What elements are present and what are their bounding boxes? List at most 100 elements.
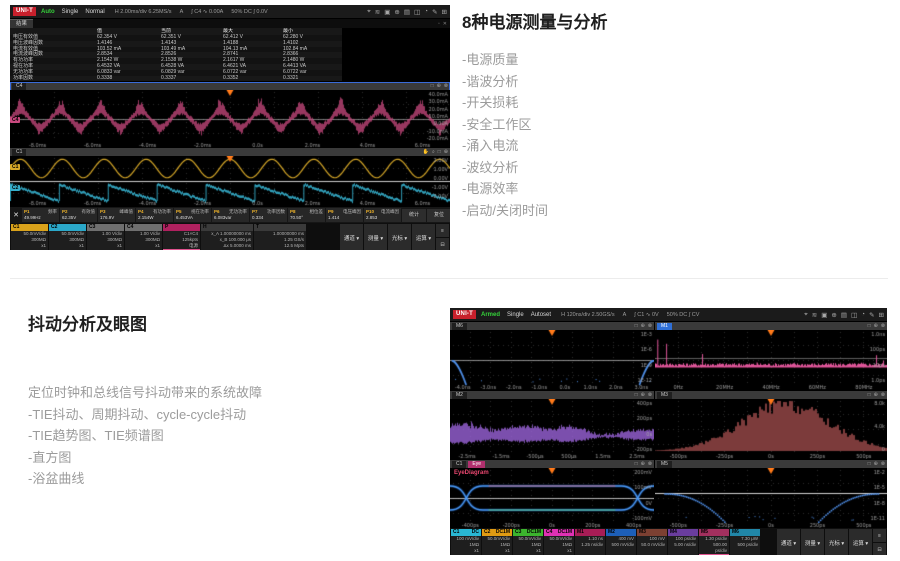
pane-tab-c1[interactable]: C1 [452, 461, 466, 468]
close-icon[interactable]: ⊗ [881, 461, 885, 467]
minimize-icon[interactable]: ▫ [438, 21, 440, 27]
measurement-cell-p1[interactable]: P1频率49.99Hz [22, 208, 59, 222]
waveform-area-volt-saw[interactable]: C1C2 [10, 156, 450, 206]
measurement-cell-p9[interactable]: P9电压峰因1.414 [326, 208, 363, 222]
channel-box-t[interactable]: T1.00000000 ms1.25 GS/s12.5 Mpts [254, 224, 306, 250]
channel-box-c2[interactable]: C2DC1M50.0mV/div1MΩx1 [482, 529, 512, 555]
close-icon[interactable]: ⊗ [648, 323, 652, 329]
measurement-chip-复位[interactable]: 复位 [427, 209, 450, 222]
pane-tab-m3[interactable]: M3 [657, 392, 672, 399]
pane-tab-c1[interactable]: C1 [12, 149, 26, 156]
channel-box-m6[interactable]: M67.30 μW500 ps/div [730, 529, 760, 555]
maximize-icon[interactable]: □ [868, 392, 871, 398]
close-icon[interactable]: ✕ [443, 21, 447, 27]
menu-icon[interactable]: ▤ [404, 8, 410, 16]
channel-box-c4[interactable]: C41.00 V/div300MΩx1 [125, 224, 162, 250]
maximize-icon[interactable]: □ [635, 323, 638, 329]
results-tab[interactable]: 结果 [10, 19, 33, 28]
bottom-button-通道[interactable]: 通道 ▾ [777, 529, 800, 555]
bottom-button-测量[interactable]: 测量 ▾ [801, 529, 824, 555]
bottom-button-光标[interactable]: 光标 ▾ [825, 529, 848, 555]
waveform-canvas-volt-saw[interactable] [10, 156, 450, 206]
display-icon[interactable]: ▣ [384, 8, 390, 16]
split-view-icon[interactable]: ◫ [414, 8, 420, 16]
display-icon[interactable]: ▣ [821, 311, 827, 319]
waveform-canvas-tie-spectrum[interactable] [655, 330, 887, 390]
close-icon[interactable]: ⊗ [648, 392, 652, 398]
maximize-icon[interactable]: □ [438, 149, 441, 155]
zoom-in-icon[interactable]: ⊕ [437, 83, 441, 89]
waveform-canvas-bathtub[interactable] [655, 468, 887, 528]
pane-tab-m1[interactable]: M1 [657, 323, 672, 330]
measurement-cell-p6[interactable]: P6无功功率6.083var [212, 208, 249, 222]
channel-box-c4[interactable]: C4DC1M50.0mV/div1MΩx1 [544, 529, 574, 555]
channel-box-m4[interactable]: M4100 ps/div5.00 ns/div [668, 529, 698, 555]
waveform-area-current[interactable]: C4 [10, 90, 450, 148]
maximize-icon[interactable]: □ [431, 83, 434, 89]
bottom-button-运算[interactable]: 运算 ▾ [849, 529, 872, 555]
cursor-icon[interactable]: ⌖ [804, 311, 808, 319]
maximize-icon[interactable]: □ [868, 323, 871, 329]
close-icon[interactable]: ⊗ [881, 392, 885, 398]
maximize-icon[interactable]: □ [635, 461, 638, 467]
bottom-button-光标[interactable]: 光标 ▾ [388, 224, 411, 250]
pan-icon[interactable]: ✋ [423, 149, 429, 155]
channel-box-c2[interactable]: C250.0mV/div300MΩx1 [49, 224, 86, 250]
side-button-1[interactable]: ⊟ [873, 543, 886, 555]
pane-tab-m2[interactable]: M2 [452, 392, 467, 399]
waveform-area-eye[interactable]: EyeDiagram [450, 468, 654, 528]
channel-box-m3[interactable]: M3100 mV50.0 mV/div [637, 529, 667, 555]
scope2-status-armed[interactable]: Armed [479, 312, 502, 318]
pane-tab-m6[interactable]: M6 [452, 323, 467, 330]
pane-tab-eye[interactable]: Eye [468, 461, 485, 468]
zoom-in-icon[interactable]: ⊕ [874, 392, 878, 398]
annotate-icon[interactable]: ✎ [869, 311, 874, 319]
scope2-status-single[interactable]: Single [505, 312, 526, 318]
annotate-icon[interactable]: ✎ [432, 8, 437, 16]
maximize-icon[interactable]: □ [868, 461, 871, 467]
side-button-0[interactable]: ≡ [436, 224, 449, 237]
measurement-cell-p8[interactable]: P8相位差70.50° [288, 208, 325, 222]
zoom-in-icon[interactable]: ⊕ [831, 311, 836, 319]
measurement-cell-p5[interactable]: P5视在功率6.453VA [174, 208, 211, 222]
scope1-info-2[interactable]: ∫ C4 ∿ 0.00A [191, 9, 223, 15]
waveform-area-tie-spectrum[interactable] [655, 330, 887, 390]
channel-box-p[interactable]: PC1×C4125kpts电源 [163, 224, 200, 250]
scope1-status-normal[interactable]: Normal [83, 9, 106, 15]
waveform-canvas-tie-trend[interactable] [450, 399, 654, 459]
bottom-button-测量[interactable]: 测量 ▾ [364, 224, 387, 250]
side-button-1[interactable]: ⊟ [436, 238, 449, 250]
close-icon[interactable]: ⊗ [648, 461, 652, 467]
zoom-in-icon[interactable]: ⊕ [641, 323, 645, 329]
menu-icon[interactable]: ▤ [841, 311, 847, 319]
scope2-info-0[interactable]: H 120ns/div 2.50GS/s [561, 312, 615, 318]
table-row[interactable]: 功率因数0.33380.33370.33520.3321 [10, 76, 342, 82]
side-button-0[interactable]: ≡ [873, 529, 886, 542]
wave-icon[interactable]: ≋ [812, 311, 817, 319]
waveform-canvas-current[interactable] [10, 90, 450, 148]
scope1-status-single[interactable]: Single [60, 9, 81, 15]
zoom-in-icon[interactable]: ⊕ [394, 8, 399, 16]
zoom-in-icon[interactable]: ⊕ [874, 323, 878, 329]
split-view-icon[interactable]: ◫ [851, 311, 857, 319]
waveform-area-tie-trend[interactable] [450, 399, 654, 459]
apps-icon[interactable]: ⊞ [879, 311, 884, 319]
zoom-in-icon[interactable]: ⊕ [444, 149, 448, 155]
search-icon[interactable]: ⌕ [432, 149, 435, 155]
pane-tab-c4[interactable]: C4 [12, 83, 26, 90]
wave-icon[interactable]: ≋ [375, 8, 380, 16]
channel-box-c3[interactable]: C3DC1M50.0mV/div1MΩx1 [513, 529, 543, 555]
scope1-info-3[interactable]: 50% DC ∫ 0.0V [231, 9, 267, 15]
zoom-in-icon[interactable]: ⊕ [641, 461, 645, 467]
scope1-status-auto[interactable]: Auto [39, 9, 57, 15]
zoom-in-icon[interactable]: ⊕ [641, 392, 645, 398]
scope2-info-1[interactable]: A [623, 312, 627, 318]
channel-box-h[interactable]: Hx_A 1.00000000 msx_B 100.000 μsΔx 5.000… [201, 224, 253, 250]
close-icon[interactable]: ⊗ [881, 323, 885, 329]
cursor-icon[interactable]: ⌖ [367, 8, 371, 16]
apps-icon[interactable]: ⊞ [442, 8, 447, 16]
waveform-area-tie-left[interactable] [450, 330, 654, 390]
zoom-in-icon[interactable]: ⊕ [874, 461, 878, 467]
scope2-info-3[interactable]: 50% DC ∫ CV [667, 312, 700, 318]
measurement-chip-统计[interactable]: 统计 [402, 209, 426, 222]
